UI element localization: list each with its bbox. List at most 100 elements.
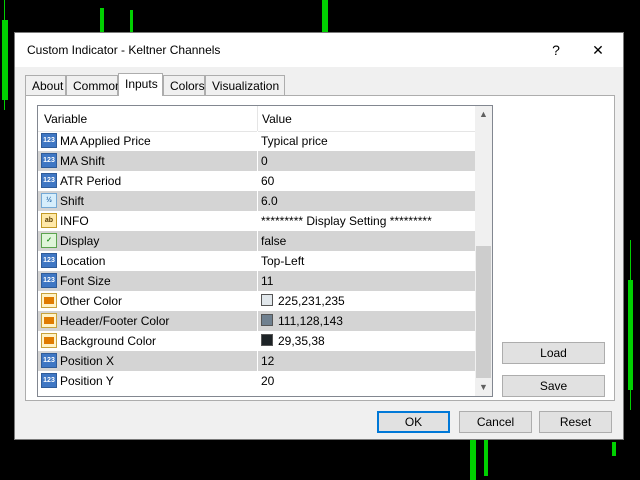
bool-icon: ✓ bbox=[41, 233, 57, 248]
help-icon[interactable]: ? bbox=[546, 41, 566, 59]
cell-divider bbox=[257, 151, 258, 171]
variable-name: Header/Footer Color bbox=[60, 314, 170, 328]
numeric-icon: 123 bbox=[41, 373, 57, 388]
value-cell[interactable]: 20 bbox=[261, 374, 274, 388]
candle bbox=[484, 440, 488, 476]
table-row[interactable]: 123 Location Top-Left bbox=[38, 251, 475, 271]
cell-divider bbox=[257, 131, 258, 151]
cell-divider bbox=[257, 211, 258, 231]
value-cell[interactable]: 60 bbox=[261, 174, 274, 188]
table-row[interactable]: 123 MA Shift 0 bbox=[38, 151, 475, 171]
cell-divider bbox=[257, 231, 258, 251]
load-button[interactable]: Load bbox=[502, 342, 605, 364]
table-row[interactable]: Header/Footer Color 111,128,143 bbox=[38, 311, 475, 331]
table-row[interactable]: ab INFO ********* Display Setting ********… bbox=[38, 211, 475, 231]
table-row[interactable]: 123 Position X 12 bbox=[38, 351, 475, 371]
table-row[interactable]: Background Color 29,35,38 bbox=[38, 331, 475, 351]
candle bbox=[130, 10, 133, 32]
scroll-down-icon[interactable]: ▼ bbox=[475, 379, 492, 396]
window-title: Custom Indicator - Keltner Channels bbox=[27, 43, 221, 57]
numeric-icon: 123 bbox=[41, 133, 57, 148]
value-cell[interactable]: 111,128,143 bbox=[278, 314, 343, 328]
value-cell[interactable]: Top-Left bbox=[261, 254, 304, 268]
numeric-icon: 123 bbox=[41, 153, 57, 168]
value-cell[interactable]: false bbox=[261, 234, 286, 248]
variable-name: MA Shift bbox=[60, 154, 105, 168]
value-cell[interactable]: 0 bbox=[261, 154, 268, 168]
tab-inputs[interactable]: Inputs bbox=[118, 73, 163, 96]
table-row[interactable]: 123 MA Applied Price Typical price bbox=[38, 131, 475, 151]
column-header-variable[interactable]: Variable bbox=[44, 112, 87, 126]
value-cell[interactable]: 12 bbox=[261, 354, 274, 368]
numeric-icon: 123 bbox=[41, 253, 57, 268]
tab-colors[interactable]: Colors bbox=[163, 75, 205, 95]
cell-divider bbox=[257, 171, 258, 191]
candle bbox=[612, 442, 616, 456]
ok-button[interactable]: OK bbox=[377, 411, 450, 433]
grid-header: Variable Value bbox=[38, 106, 475, 132]
candle bbox=[322, 0, 328, 32]
save-button[interactable]: Save bbox=[502, 375, 605, 397]
variable-name: Background Color bbox=[60, 334, 157, 348]
color-swatch[interactable] bbox=[261, 294, 273, 306]
numeric-icon: 123 bbox=[41, 353, 57, 368]
scroll-thumb[interactable] bbox=[476, 246, 491, 378]
cell-divider bbox=[257, 251, 258, 271]
column-header-value[interactable]: Value bbox=[262, 112, 292, 126]
double-icon: ½ bbox=[41, 193, 57, 208]
cell-divider bbox=[257, 291, 258, 311]
color-icon bbox=[41, 333, 57, 348]
candle-wick bbox=[4, 0, 5, 110]
value-cell[interactable]: ********* Display Setting ********* bbox=[261, 214, 432, 228]
indicator-dialog: Custom Indicator - Keltner Channels ? ✕ … bbox=[14, 32, 624, 440]
column-divider[interactable] bbox=[257, 106, 258, 131]
inputs-panel: Variable Value 123 MA Applied Price Typica… bbox=[25, 95, 615, 401]
cell-divider bbox=[257, 351, 258, 371]
tab-visualization[interactable]: Visualization bbox=[205, 75, 285, 95]
variable-name: Position X bbox=[60, 354, 115, 368]
color-icon bbox=[41, 293, 57, 308]
reset-button[interactable]: Reset bbox=[539, 411, 612, 433]
tab-common[interactable]: Common bbox=[66, 75, 122, 95]
candle bbox=[2, 20, 8, 100]
tab-about[interactable]: About bbox=[25, 75, 66, 95]
value-cell[interactable]: 29,35,38 bbox=[278, 334, 325, 348]
string-icon: ab bbox=[41, 213, 57, 228]
color-icon bbox=[41, 313, 57, 328]
scroll-up-icon[interactable]: ▲ bbox=[475, 106, 492, 123]
title-bar[interactable]: Custom Indicator - Keltner Channels ? ✕ bbox=[15, 33, 623, 67]
variable-name: ATR Period bbox=[60, 174, 122, 188]
color-swatch[interactable] bbox=[261, 334, 273, 346]
cell-divider bbox=[257, 191, 258, 211]
candle bbox=[100, 8, 104, 34]
cell-divider bbox=[257, 331, 258, 351]
table-row[interactable]: 123 ATR Period 60 bbox=[38, 171, 475, 191]
vertical-scrollbar[interactable]: ▲ ▼ bbox=[475, 106, 492, 396]
cell-divider bbox=[257, 271, 258, 291]
variable-name: Position Y bbox=[60, 374, 114, 388]
candle bbox=[470, 440, 476, 480]
inputs-grid: Variable Value 123 MA Applied Price Typica… bbox=[37, 105, 493, 397]
variable-name: Shift bbox=[60, 194, 85, 208]
cancel-button[interactable]: Cancel bbox=[459, 411, 532, 433]
table-row[interactable]: ✓ Display false bbox=[38, 231, 475, 251]
variable-name: Display bbox=[60, 234, 100, 248]
cell-divider bbox=[257, 311, 258, 331]
variable-name: INFO bbox=[60, 214, 89, 228]
candle-wick bbox=[630, 240, 631, 410]
variable-name: Font Size bbox=[60, 274, 111, 288]
color-swatch[interactable] bbox=[261, 314, 273, 326]
close-icon[interactable]: ✕ bbox=[588, 41, 608, 59]
value-cell[interactable]: 6.0 bbox=[261, 194, 278, 208]
table-row[interactable]: ½ Shift 6.0 bbox=[38, 191, 475, 211]
variable-name: MA Applied Price bbox=[60, 134, 151, 148]
table-row[interactable]: Other Color 225,231,235 bbox=[38, 291, 475, 311]
table-row[interactable]: 123 Position Y 20 bbox=[38, 371, 475, 391]
variable-name: Other Color bbox=[60, 294, 123, 308]
variable-name: Location bbox=[60, 254, 106, 268]
value-cell[interactable]: 11 bbox=[261, 274, 273, 288]
numeric-icon: 123 bbox=[41, 173, 57, 188]
value-cell[interactable]: Typical price bbox=[261, 134, 328, 148]
table-row[interactable]: 123 Font Size 11 bbox=[38, 271, 475, 291]
value-cell[interactable]: 225,231,235 bbox=[278, 294, 345, 308]
